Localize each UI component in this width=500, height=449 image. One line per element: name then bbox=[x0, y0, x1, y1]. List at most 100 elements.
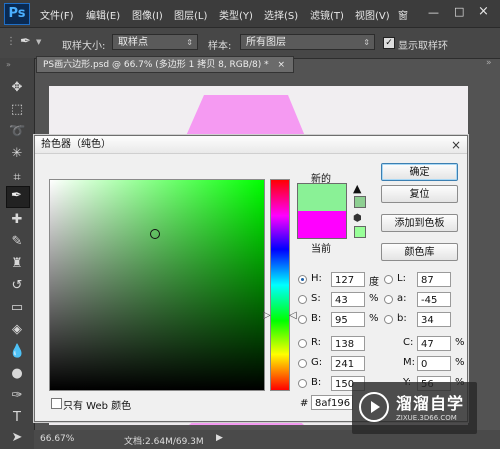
a-input[interactable]: -45 bbox=[417, 292, 451, 307]
doc-info: 文档:2.64M/69.3M bbox=[124, 437, 204, 447]
menu-file[interactable]: 文件(F) bbox=[40, 7, 74, 22]
history-brush-tool-icon[interactable]: ↺ bbox=[9, 278, 25, 294]
gamut-swatch[interactable] bbox=[354, 196, 366, 208]
watermark-play-logo-icon bbox=[359, 392, 389, 422]
h-input[interactable]: 127 bbox=[331, 272, 365, 287]
pen-tool-icon[interactable]: ✑ bbox=[9, 388, 25, 404]
radio-h[interactable] bbox=[298, 275, 307, 284]
brush-tool-icon[interactable]: ✎ bbox=[9, 234, 25, 250]
marquee-tool-icon[interactable]: ⬚ bbox=[9, 102, 25, 118]
color-field-cursor[interactable] bbox=[150, 229, 160, 239]
sample-size-select[interactable]: 取样点 ⇕ bbox=[112, 34, 198, 50]
eyedropper-tool-icon[interactable]: ✒ bbox=[6, 186, 30, 208]
menu-edit[interactable]: 编辑(E) bbox=[86, 7, 120, 22]
web-safe-cube-icon[interactable]: ⬢ bbox=[353, 213, 362, 224]
dialog-close-icon[interactable]: × bbox=[449, 138, 463, 152]
color-field[interactable] bbox=[49, 179, 265, 391]
grip-icon: ⋮ bbox=[6, 36, 16, 47]
eyedropper-preset-icon[interactable]: ✒ bbox=[20, 34, 31, 49]
sample-size-value: 取样点 bbox=[118, 37, 148, 48]
new-color-swatch bbox=[297, 183, 347, 212]
tools-panel: » ✥ ⬚ ➰ ✳ ⌗ ✒ ✚ ✎ ♜ ↺ ▭ ◈ 💧 ● ✑ T ➤ bbox=[0, 58, 35, 449]
radio-lab-b[interactable] bbox=[384, 315, 393, 324]
c-input[interactable]: 47 bbox=[417, 336, 451, 351]
radio-b[interactable] bbox=[298, 315, 307, 324]
radio-a[interactable] bbox=[384, 295, 393, 304]
r-label: R: bbox=[311, 337, 322, 348]
hue-slider-right-arrow-icon[interactable]: ◁ bbox=[289, 310, 297, 321]
color-libraries-button[interactable]: 颜色库 bbox=[381, 243, 458, 261]
reset-button[interactable]: 复位 bbox=[381, 185, 458, 203]
g-input[interactable]: 241 bbox=[331, 356, 365, 371]
r-input[interactable]: 138 bbox=[331, 336, 365, 351]
magic-wand-tool-icon[interactable]: ✳ bbox=[9, 146, 25, 162]
web-only-label: 只有 Web 颜色 bbox=[63, 401, 132, 412]
add-to-swatches-button[interactable]: 添加到色板 bbox=[381, 214, 458, 232]
type-tool-icon[interactable]: T bbox=[9, 410, 25, 426]
m-input[interactable]: 0 bbox=[417, 356, 451, 371]
hex-input[interactable]: 8af196 bbox=[311, 395, 353, 410]
ok-button[interactable]: 确定 bbox=[381, 163, 458, 181]
h-label: H: bbox=[311, 273, 322, 284]
dodge-tool-icon[interactable]: ● bbox=[9, 366, 25, 382]
crop-tool-icon[interactable]: ⌗ bbox=[9, 170, 25, 186]
sample-select[interactable]: 所有图层 ⇕ bbox=[240, 34, 375, 50]
show-ring-label: 显示取样环 bbox=[398, 41, 448, 52]
hue-slider-left-arrow-icon[interactable]: ▷ bbox=[263, 310, 271, 321]
radio-s[interactable] bbox=[298, 295, 307, 304]
paint-bucket-tool-icon[interactable]: ◈ bbox=[9, 322, 25, 338]
radio-r[interactable] bbox=[298, 339, 307, 348]
chevron-down-icon[interactable]: ▼ bbox=[36, 38, 41, 46]
maximize-icon[interactable]: □ bbox=[454, 5, 464, 18]
a-label: a: bbox=[397, 293, 407, 304]
menu-image[interactable]: 图像(I) bbox=[132, 7, 163, 22]
out-of-gamut-warning-icon[interactable]: ▲ bbox=[353, 182, 361, 195]
clone-stamp-tool-icon[interactable]: ♜ bbox=[9, 256, 25, 272]
watermark: 溜溜自学 ZIXUE.3D66.COM bbox=[352, 382, 477, 434]
path-selection-tool-icon[interactable]: ➤ bbox=[9, 430, 25, 446]
b-input[interactable]: 95 bbox=[331, 312, 365, 327]
radio-rgb-b[interactable] bbox=[298, 379, 307, 388]
zoom-level[interactable]: 66.67% bbox=[40, 434, 74, 444]
radio-l[interactable] bbox=[384, 275, 393, 284]
menu-type[interactable]: 类型(Y) bbox=[219, 7, 253, 22]
menu-window[interactable]: 窗 bbox=[398, 7, 408, 22]
eraser-tool-icon[interactable]: ▭ bbox=[9, 300, 25, 316]
b-unit: % bbox=[369, 313, 379, 324]
lab-b-label: b: bbox=[397, 313, 407, 324]
move-tool-icon[interactable]: ✥ bbox=[9, 80, 25, 96]
lasso-tool-icon[interactable]: ➰ bbox=[9, 124, 25, 140]
document-tab[interactable]: PS画六边形.psd @ 66.7% (多边形 1 拷贝 8, RGB/8) *… bbox=[36, 56, 294, 73]
minimize-icon[interactable]: — bbox=[428, 6, 439, 19]
healing-brush-tool-icon[interactable]: ✚ bbox=[9, 212, 25, 228]
web-only-checkbox[interactable] bbox=[51, 398, 62, 409]
s-input[interactable]: 43 bbox=[331, 292, 365, 307]
show-ring-checkbox[interactable]: ✓ bbox=[383, 37, 395, 49]
l-input[interactable]: 87 bbox=[417, 272, 451, 287]
sample-size-label: 取样大小: bbox=[62, 41, 106, 52]
sample-label: 样本: bbox=[208, 41, 232, 52]
play-icon[interactable]: ▶ bbox=[216, 433, 223, 443]
watermark-sub: ZIXUE.3D66.COM bbox=[396, 414, 457, 422]
radio-g[interactable] bbox=[298, 359, 307, 368]
close-icon[interactable]: × bbox=[478, 4, 489, 19]
menu-layer[interactable]: 图层(L) bbox=[174, 7, 207, 22]
close-tab-icon[interactable]: × bbox=[277, 60, 285, 70]
menu-bar: Ps 文件(F) 编辑(E) 图像(I) 图层(L) 类型(Y) 选择(S) 滤… bbox=[0, 0, 500, 28]
menu-select[interactable]: 选择(S) bbox=[264, 7, 298, 22]
menu-view[interactable]: 视图(V) bbox=[355, 7, 390, 22]
lab-b-input[interactable]: 34 bbox=[417, 312, 451, 327]
web-safe-swatch[interactable] bbox=[354, 226, 366, 238]
c-label: C: bbox=[403, 337, 414, 348]
collapse-icon[interactable]: » bbox=[6, 60, 11, 69]
m-label: M: bbox=[403, 357, 415, 368]
current-color-swatch[interactable] bbox=[297, 211, 347, 239]
menu-filter[interactable]: 滤镜(T) bbox=[310, 7, 344, 22]
color-picker-dialog: 拾色器（纯色） × ▷ ◁ 新的 当前 ▲ ⬢ 确定 复位 添加到色板 颜色库 … bbox=[34, 135, 468, 422]
b-label: B: bbox=[311, 313, 322, 324]
hue-slider[interactable] bbox=[270, 179, 290, 391]
panel-menu-icon[interactable]: » bbox=[486, 58, 492, 68]
l-label: L: bbox=[397, 273, 406, 284]
c-unit: % bbox=[455, 337, 465, 348]
blur-tool-icon[interactable]: 💧 bbox=[9, 344, 25, 360]
